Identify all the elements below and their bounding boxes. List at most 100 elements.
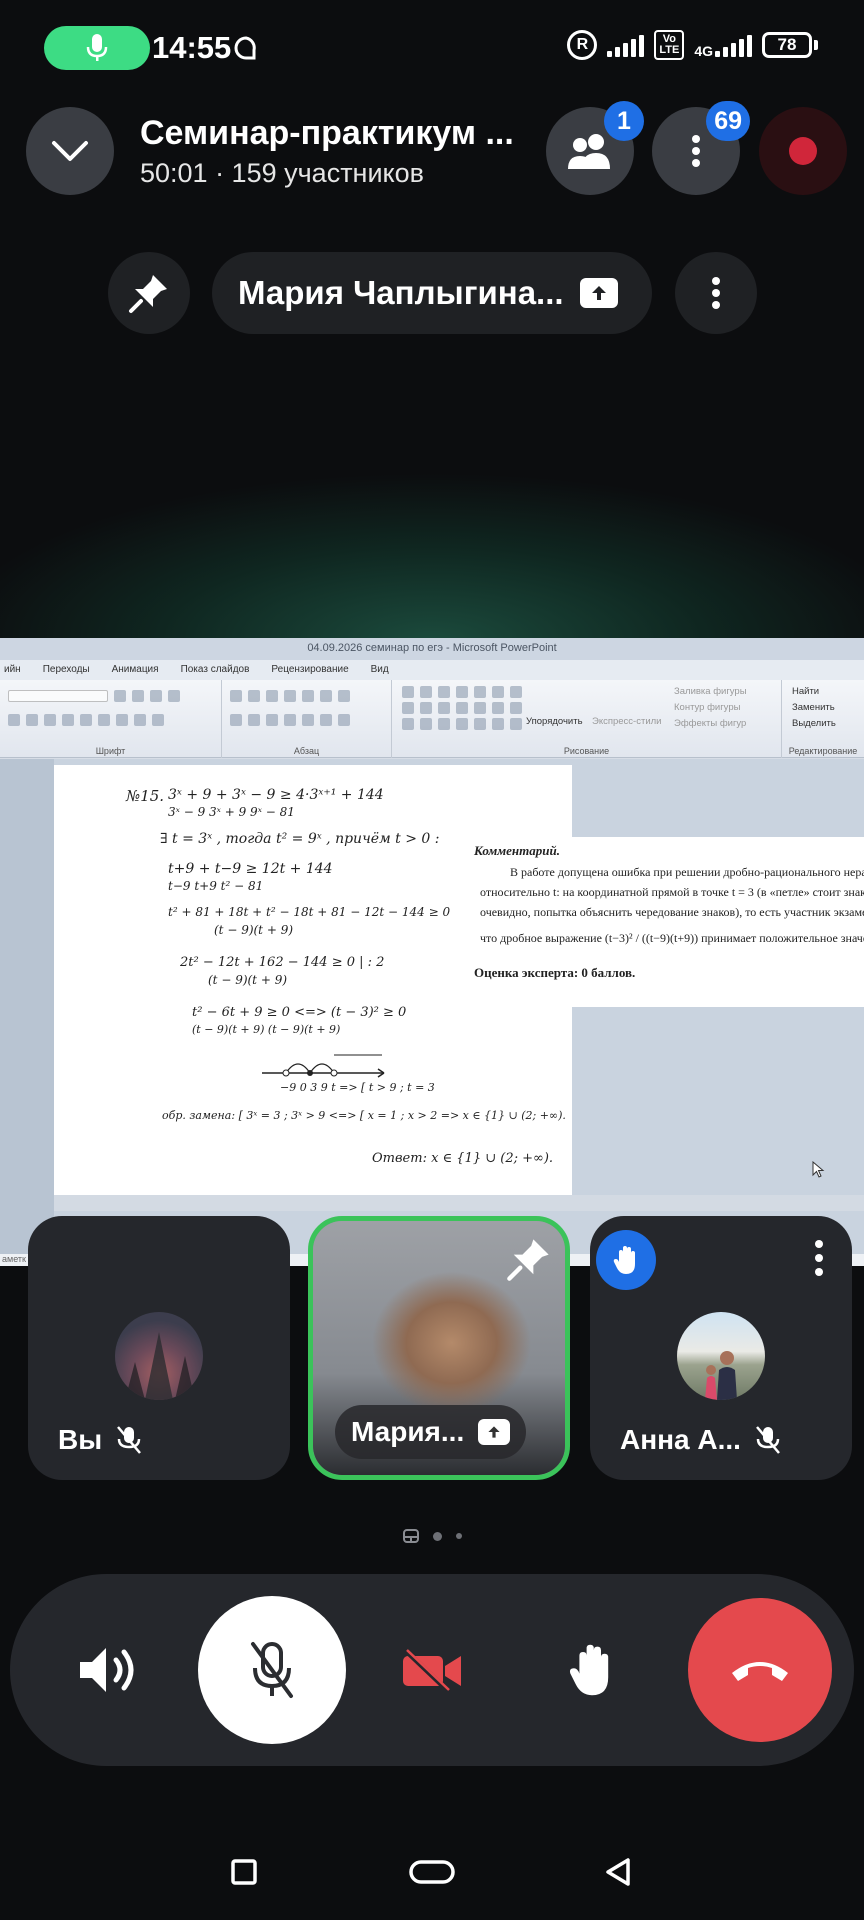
status-bar: 14:55 R Vo LTE 4G 78 bbox=[0, 0, 864, 96]
speaker-more-button[interactable] bbox=[675, 252, 757, 334]
math-task-number: №15. bbox=[126, 787, 165, 805]
shape-fill-button[interactable]: Заливка фигуры bbox=[674, 686, 747, 697]
slide-comment-box bbox=[452, 837, 864, 1007]
avatar bbox=[677, 1312, 765, 1400]
raise-hand-icon bbox=[569, 1644, 609, 1696]
replace-button[interactable]: Заменить bbox=[792, 702, 835, 713]
more-vertical-icon bbox=[692, 135, 700, 167]
math-line: (t − 9)(t + 9) (t − 9)(t + 9) bbox=[192, 1023, 341, 1036]
background-glow bbox=[0, 380, 864, 640]
shape-effects-button[interactable]: Эффекты фигур bbox=[674, 718, 746, 729]
math-line: обр. замена: [ 3ˣ = 3 ; 3ˣ > 9 <=> [ x =… bbox=[162, 1109, 566, 1122]
back-button[interactable] bbox=[588, 1842, 648, 1902]
math-line: (t − 9)(t + 9) bbox=[214, 923, 294, 937]
battery-icon: 78 bbox=[762, 32, 818, 58]
ribbon-group-label: Шрифт bbox=[95, 746, 126, 756]
grid-page-icon bbox=[402, 1529, 419, 1543]
slide-area: №15. 3ˣ + 9 + 3ˣ − 9 ≥ 4·3ˣ⁺¹ + 144 3ˣ −… bbox=[0, 759, 864, 1254]
ribbon-tab[interactable]: Показ слайдов bbox=[181, 660, 250, 680]
camera-toggle-button[interactable] bbox=[358, 1596, 506, 1744]
ribbon-group-paragraph: Абзац bbox=[222, 680, 392, 758]
math-line: (t − 9)(t + 9) bbox=[208, 973, 288, 987]
end-call-button[interactable] bbox=[688, 1598, 832, 1742]
raise-hand-button[interactable] bbox=[518, 1596, 666, 1744]
comment-line: относительно t: на координатной прямой в… bbox=[480, 885, 864, 899]
math-line: ∃ t = 3ˣ , тогда t² = 9ˣ , причём t > 0 … bbox=[160, 831, 440, 847]
mic-off-icon bbox=[756, 1426, 780, 1454]
collapse-button[interactable] bbox=[26, 107, 114, 195]
call-title: Семинар-практикум ... bbox=[140, 114, 514, 152]
more-vertical-icon[interactable] bbox=[814, 1238, 824, 1278]
participants-button[interactable]: 1 bbox=[546, 101, 644, 195]
chat-bubble-icon bbox=[234, 36, 256, 60]
math-line: −9 0 3 9 t => [ t > 9 ; t = 3 bbox=[280, 1081, 435, 1094]
math-line: 3ˣ − 9 3ˣ + 9 9ˣ − 81 bbox=[168, 805, 295, 819]
record-button[interactable] bbox=[759, 107, 847, 195]
mic-off-icon bbox=[117, 1426, 142, 1454]
ribbon-group-drawing: Упорядочить Экспресс-стили Заливка фигур… bbox=[392, 680, 782, 758]
signal-icon bbox=[607, 33, 645, 57]
pinned-speaker-pill[interactable]: Мария Чаплыгина... bbox=[212, 252, 652, 334]
participant-name-pill: Мария... bbox=[335, 1405, 527, 1459]
ribbon-group-label: Редактирование bbox=[788, 746, 858, 756]
arrange-button[interactable]: Упорядочить bbox=[526, 716, 583, 727]
avatar bbox=[115, 1312, 203, 1400]
mic-active-indicator[interactable] bbox=[44, 26, 150, 70]
ribbon-group-label: Рисование bbox=[563, 746, 610, 756]
math-line: 2t² − 12t + 162 − 144 ≥ 0 | : 2 bbox=[180, 955, 385, 970]
find-button[interactable]: Найти bbox=[792, 686, 819, 697]
ribbon-group-label: Абзац bbox=[293, 746, 320, 756]
home-icon bbox=[409, 1860, 455, 1884]
volte-indicator: Vo LTE bbox=[654, 30, 685, 60]
math-answer: Ответ: x ∈ {1} ∪ (2; +∞). bbox=[372, 1151, 554, 1166]
ribbon-tab[interactable]: Переходы bbox=[43, 660, 90, 680]
call-controls bbox=[10, 1574, 854, 1766]
participant-tile-you[interactable]: Вы bbox=[28, 1216, 290, 1480]
pin-icon bbox=[129, 275, 167, 313]
volte-bottom: LTE bbox=[659, 44, 680, 56]
participant-name: Анна А... bbox=[620, 1424, 741, 1455]
slide-thumbnails-pane bbox=[0, 759, 54, 1254]
math-line: t−9 t+9 t² − 81 bbox=[168, 879, 264, 893]
recent-apps-icon bbox=[231, 1859, 257, 1885]
page-dot[interactable] bbox=[455, 1533, 462, 1539]
page-indicator[interactable] bbox=[0, 1528, 864, 1544]
ribbon: Шрифт Абзац Упорядочить Экспресс-стили З… bbox=[0, 680, 864, 758]
screen-share-icon bbox=[478, 1419, 511, 1445]
participant-tile-anna[interactable]: Анна А... bbox=[590, 1216, 852, 1480]
ppt-window-title: 04.09.2026 семинар по егэ - Microsoft Po… bbox=[0, 638, 864, 660]
comment-line: очевидно, попытка объяснить чередование … bbox=[480, 905, 864, 919]
pin-button[interactable] bbox=[108, 252, 190, 334]
slide-scroll-bar[interactable] bbox=[54, 1195, 864, 1211]
pin-icon[interactable] bbox=[505, 1235, 553, 1283]
record-icon bbox=[789, 137, 817, 165]
comment-line: В работе допущена ошибка при решении дро… bbox=[510, 865, 864, 879]
ribbon-tab[interactable]: Анимация bbox=[112, 660, 159, 680]
more-vertical-icon bbox=[712, 277, 720, 309]
ribbon-tab[interactable]: Вид bbox=[371, 660, 389, 680]
raised-hand-badge bbox=[596, 1230, 656, 1290]
participant-tile-maria[interactable]: Мария... bbox=[308, 1216, 570, 1480]
ribbon-tab[interactable]: Рецензирование bbox=[271, 660, 348, 680]
participants-badge: 1 bbox=[604, 101, 644, 141]
math-line: t² − 6t + 9 ≥ 0 <=> (t − 3)² ≥ 0 bbox=[192, 1005, 407, 1020]
ribbon-tab[interactable]: ийн bbox=[4, 660, 21, 680]
select-button[interactable]: Выделить bbox=[792, 718, 836, 729]
home-button[interactable] bbox=[402, 1842, 462, 1902]
mic-active-icon bbox=[86, 34, 108, 61]
page-dot[interactable] bbox=[432, 1531, 442, 1541]
raise-hand-icon bbox=[613, 1246, 635, 1274]
registered-icon: R bbox=[567, 30, 598, 60]
shape-outline-button[interactable]: Контур фигуры bbox=[674, 702, 740, 713]
math-line: 3ˣ + 9 + 3ˣ − 9 ≥ 4·3ˣ⁺¹ + 144 bbox=[168, 787, 384, 803]
status-time: 14:55 bbox=[152, 30, 232, 65]
participant-name-row: Анна А... bbox=[620, 1424, 781, 1456]
mic-toggle-button[interactable] bbox=[198, 1596, 346, 1744]
speaker-button[interactable] bbox=[36, 1596, 184, 1744]
shared-screen[interactable]: 04.09.2026 семинар по егэ - Microsoft Po… bbox=[0, 638, 864, 1266]
express-styles-button[interactable]: Экспресс-стили bbox=[592, 716, 661, 727]
more-options-button[interactable]: 69 bbox=[652, 101, 750, 195]
speaker-icon bbox=[80, 1648, 134, 1692]
chat-badge: 69 bbox=[706, 101, 750, 141]
recent-apps-button[interactable] bbox=[214, 1842, 274, 1902]
